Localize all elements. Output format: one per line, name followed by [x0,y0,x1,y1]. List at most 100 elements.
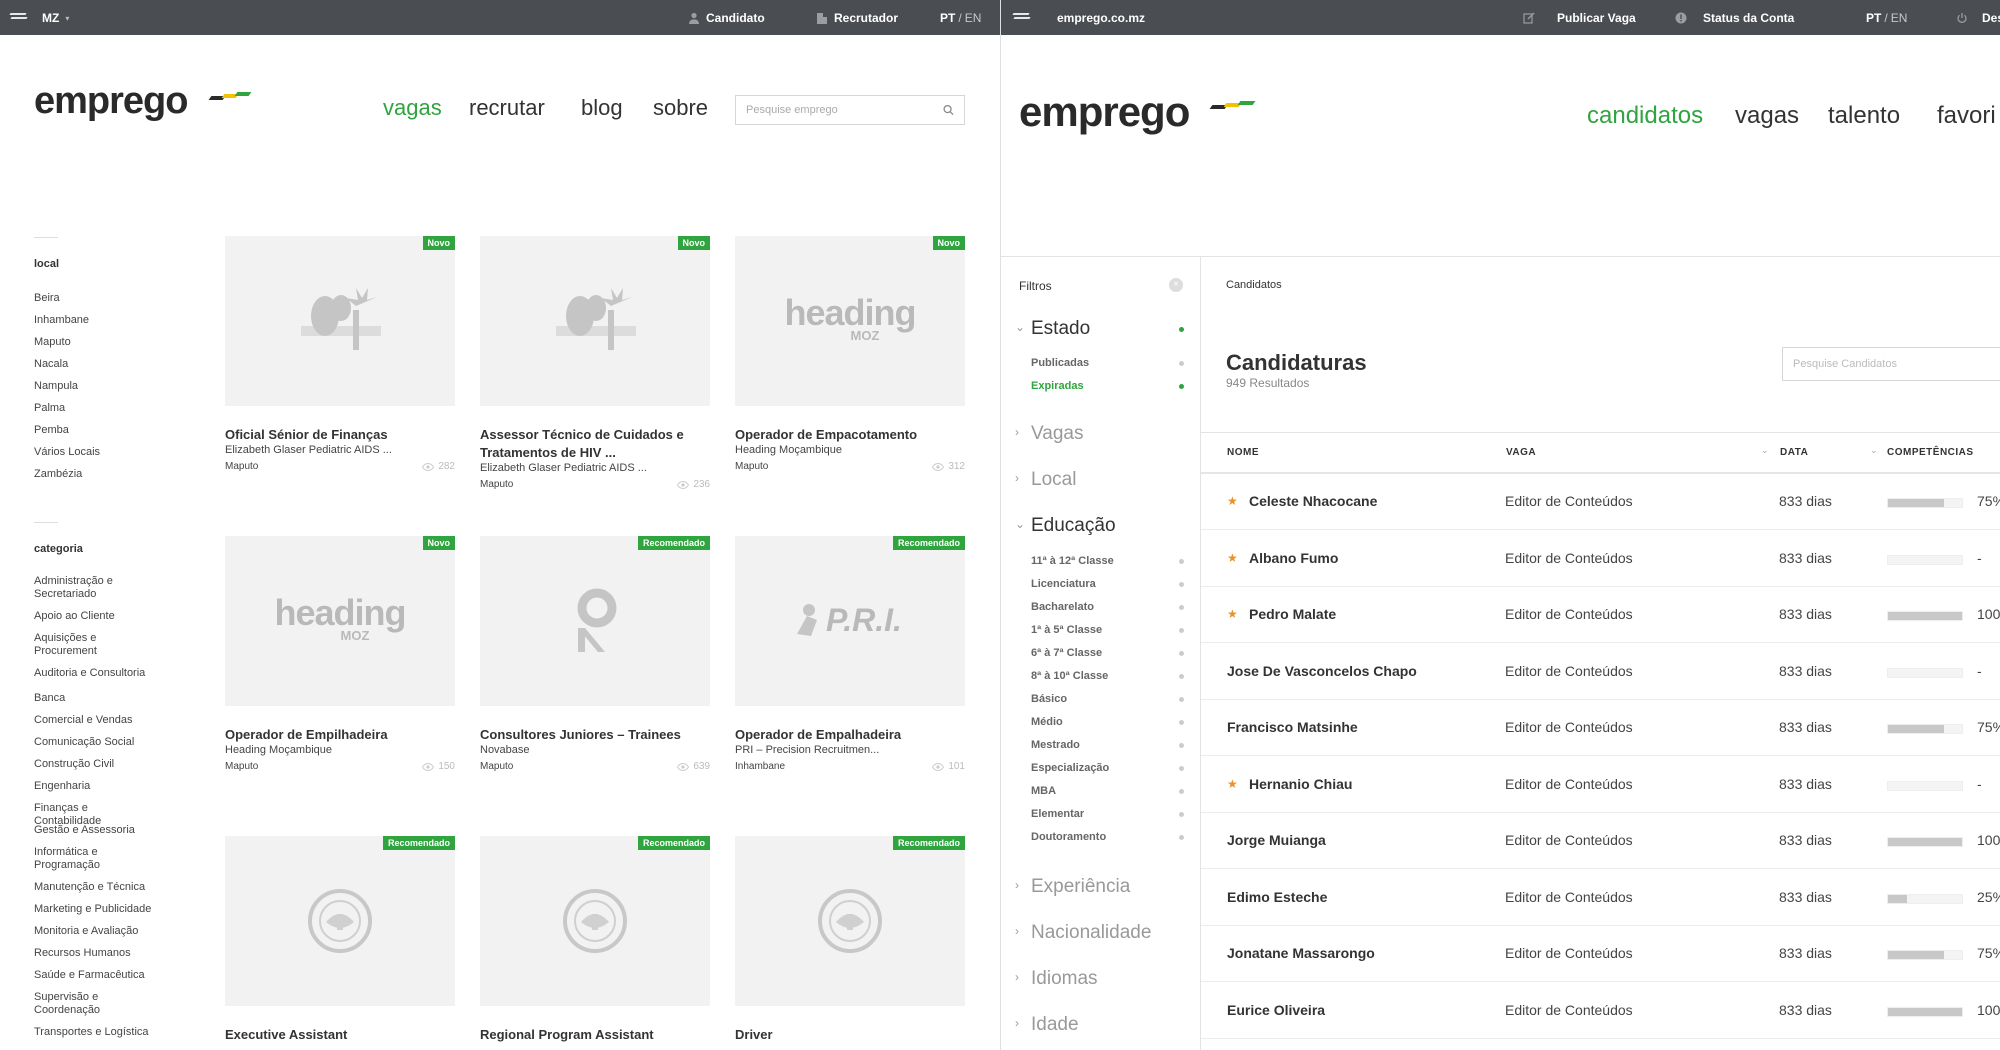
candidate-name[interactable]: Eurice Oliveira [1227,1002,1325,1018]
candidate-name[interactable]: Hernanio Chiau [1249,776,1352,792]
local-filter-item[interactable]: Nacala [34,353,100,375]
company-name[interactable]: Elizabeth Glaser Pediatric AIDS ... [480,462,647,474]
job-title[interactable]: Driver [735,1026,965,1044]
status-conta-link[interactable]: Status da Conta [1675,11,1794,25]
job-thumbnail[interactable]: Recomendado [480,536,710,706]
categoria-filter-item[interactable]: Apoio ao Cliente [34,610,154,623]
star-icon[interactable]: ★ [1227,607,1238,621]
filter-option[interactable]: Doutoramento [1031,831,1106,843]
job-thumbnail[interactable]: Novo [480,236,710,406]
job-title[interactable]: Operador de Empacotamento [735,426,965,444]
categoria-filter-item[interactable]: Banca [34,692,154,705]
table-row[interactable]: Edimo Esteche Editor de Conteúdos 833 dias… [1201,870,2000,926]
brand-logo[interactable]: emprego [1019,88,1190,136]
nav-blog[interactable]: blog [581,95,623,121]
job-card[interactable]: P.R.I. Recomendado Operador de Empalhadeir… [735,536,965,776]
table-row[interactable]: Jorge Muianga Editor de Conteúdos 833 dias… [1201,813,2000,869]
categoria-filter-item[interactable]: Transportes e Logística [34,1026,154,1039]
lang-pt[interactable]: PT [1866,11,1881,25]
company-name[interactable]: PRI – Precision Recruitmen... [735,744,879,756]
local-filter-item[interactable]: Maputo [34,331,100,353]
candidate-name[interactable]: Albano Fumo [1249,550,1338,566]
search-icon[interactable] [943,104,954,116]
filter-option[interactable]: Bacharelato [1031,601,1094,613]
job-card[interactable]: Recomendado Driver [735,836,965,1050]
categoria-filter-item[interactable]: Comunicação Social [34,736,154,749]
sort-chevron-icon[interactable]: ⌄ [1870,445,1878,456]
star-icon[interactable]: ★ [1227,494,1238,508]
column-header-nome[interactable]: NOME [1227,447,1259,458]
star-icon[interactable]: ★ [1227,551,1238,565]
table-row[interactable]: Francisco Matsinhe Editor de Conteúdos 833… [1201,700,2000,756]
candidate-search-input[interactable]: Pesquise Candidatos [1782,347,2000,381]
filter-group-estado[interactable]: ⌄ Estado [1015,318,1090,340]
search-input[interactable]: Pesquise emprego [735,95,965,125]
column-header-data[interactable]: DATA [1780,447,1808,458]
filter-option[interactable]: Médio [1031,716,1063,728]
nav-talento[interactable]: talento [1828,102,1900,130]
categoria-filter-item[interactable]: Construção Civil [34,758,154,771]
filter-option[interactable]: Especialização [1031,762,1109,774]
company-name[interactable]: Heading Moçambique [225,744,332,756]
filter-group-educacao[interactable]: ⌄ Educação [1015,515,1116,537]
candidato-link[interactable]: Candidato [688,11,765,25]
categoria-filter-item[interactable]: Informática e Programação [34,846,154,872]
nav-candidatos[interactable]: candidatos [1587,102,1703,130]
job-card[interactable]: heading MOZ Novo Operador de Empacotamento H… [735,236,965,476]
local-filter-item[interactable]: Beira [34,287,100,309]
job-thumbnail[interactable]: heading MOZ Novo [225,536,455,706]
nav-vagas[interactable]: vagas [1735,102,1799,130]
filter-group-idade[interactable]: › Idade [1015,1014,1079,1036]
table-row[interactable]: ★ Pedro Malate Editor de Conteúdos 833 dias… [1201,587,2000,643]
categoria-filter-item[interactable]: Saúde e Farmacêutica [34,969,154,982]
filter-option[interactable]: Expiradas [1031,380,1084,392]
site-mini-logo-icon[interactable] [9,11,28,23]
filter-option[interactable]: 6ª à 7ª Classe [1031,647,1102,659]
logout-link[interactable]: Des [1956,11,2000,25]
filter-option[interactable]: 1ª à 5ª Classe [1031,624,1102,636]
categoria-filter-item[interactable]: Monitoria e Avaliação [34,925,154,938]
table-row[interactable]: ★ Celeste Nhacocane Editor de Conteúdos 833… [1201,474,2000,530]
job-card[interactable]: heading MOZ Novo Operador de Empilhadeira He… [225,536,455,776]
local-filter-item[interactable]: Palma [34,397,100,419]
job-title[interactable]: Operador de Empalhadeira [735,726,965,744]
local-filter-item[interactable]: Nampula [34,375,100,397]
lang-en[interactable]: EN [1891,11,1908,25]
candidate-name[interactable]: Jonatane Massarongo [1227,945,1375,961]
filter-option[interactable]: Licenciatura [1031,578,1096,590]
categoria-filter-item[interactable]: Aquisições e Procurement [34,632,154,658]
close-filters-icon[interactable]: × [1169,278,1183,292]
language-switch[interactable]: PT / EN [1866,11,1907,25]
job-card[interactable]: Novo Oficial Sénior de Finanças Elizabeth … [225,236,455,476]
filter-option[interactable]: Básico [1031,693,1067,705]
filter-option[interactable]: Mestrado [1031,739,1080,751]
job-card[interactable]: Recomendado Regional Program Assistant [480,836,710,1050]
candidate-name[interactable]: Celeste Nhacocane [1249,493,1377,509]
table-row[interactable]: Jonatane Massarongo Editor de Conteúdos 83… [1201,926,2000,982]
table-row[interactable]: Eurice Oliveira Editor de Conteúdos 833 di… [1201,983,2000,1039]
sort-chevron-icon[interactable]: ⌄ [1761,445,1769,456]
filter-option[interactable]: 11ª à 12ª Classe [1031,555,1114,567]
filter-group-nacionalidade[interactable]: › Nacionalidade [1015,922,1151,944]
filter-group-experiencia[interactable]: › Experiência [1015,876,1130,898]
job-title[interactable]: Regional Program Assistant [480,1026,710,1044]
candidate-name[interactable]: Pedro Malate [1249,606,1336,622]
job-thumbnail[interactable]: Recomendado [480,836,710,1006]
job-title[interactable]: Oficial Sénior de Finanças [225,426,455,444]
local-filter-item[interactable]: Pemba [34,419,100,441]
nav-recrutar[interactable]: recrutar [469,95,545,121]
job-title[interactable]: Consultores Juniores – Trainees [480,726,710,744]
table-row[interactable]: Jose De Vasconcelos Chapo Editor de Conte… [1201,644,2000,700]
filter-group-idiomas[interactable]: › Idiomas [1015,968,1098,990]
publicar-vaga-link[interactable]: Publicar Vaga [1523,11,1636,25]
categoria-filter-item[interactable]: Comercial e Vendas [34,714,154,727]
job-card[interactable]: Recomendado Executive Assistant [225,836,455,1050]
nav-sobre[interactable]: sobre [653,95,708,121]
job-thumbnail[interactable]: Recomendado [225,836,455,1006]
column-header-vaga[interactable]: VAGA [1506,447,1536,458]
categoria-filter-item[interactable]: Manutenção e Técnica [34,881,154,894]
filter-option[interactable]: 8ª à 10ª Classe [1031,670,1108,682]
company-name[interactable]: Heading Moçambique [735,444,842,456]
filter-option[interactable]: Publicadas [1031,357,1089,369]
language-switch[interactable]: PT / EN [940,11,981,25]
